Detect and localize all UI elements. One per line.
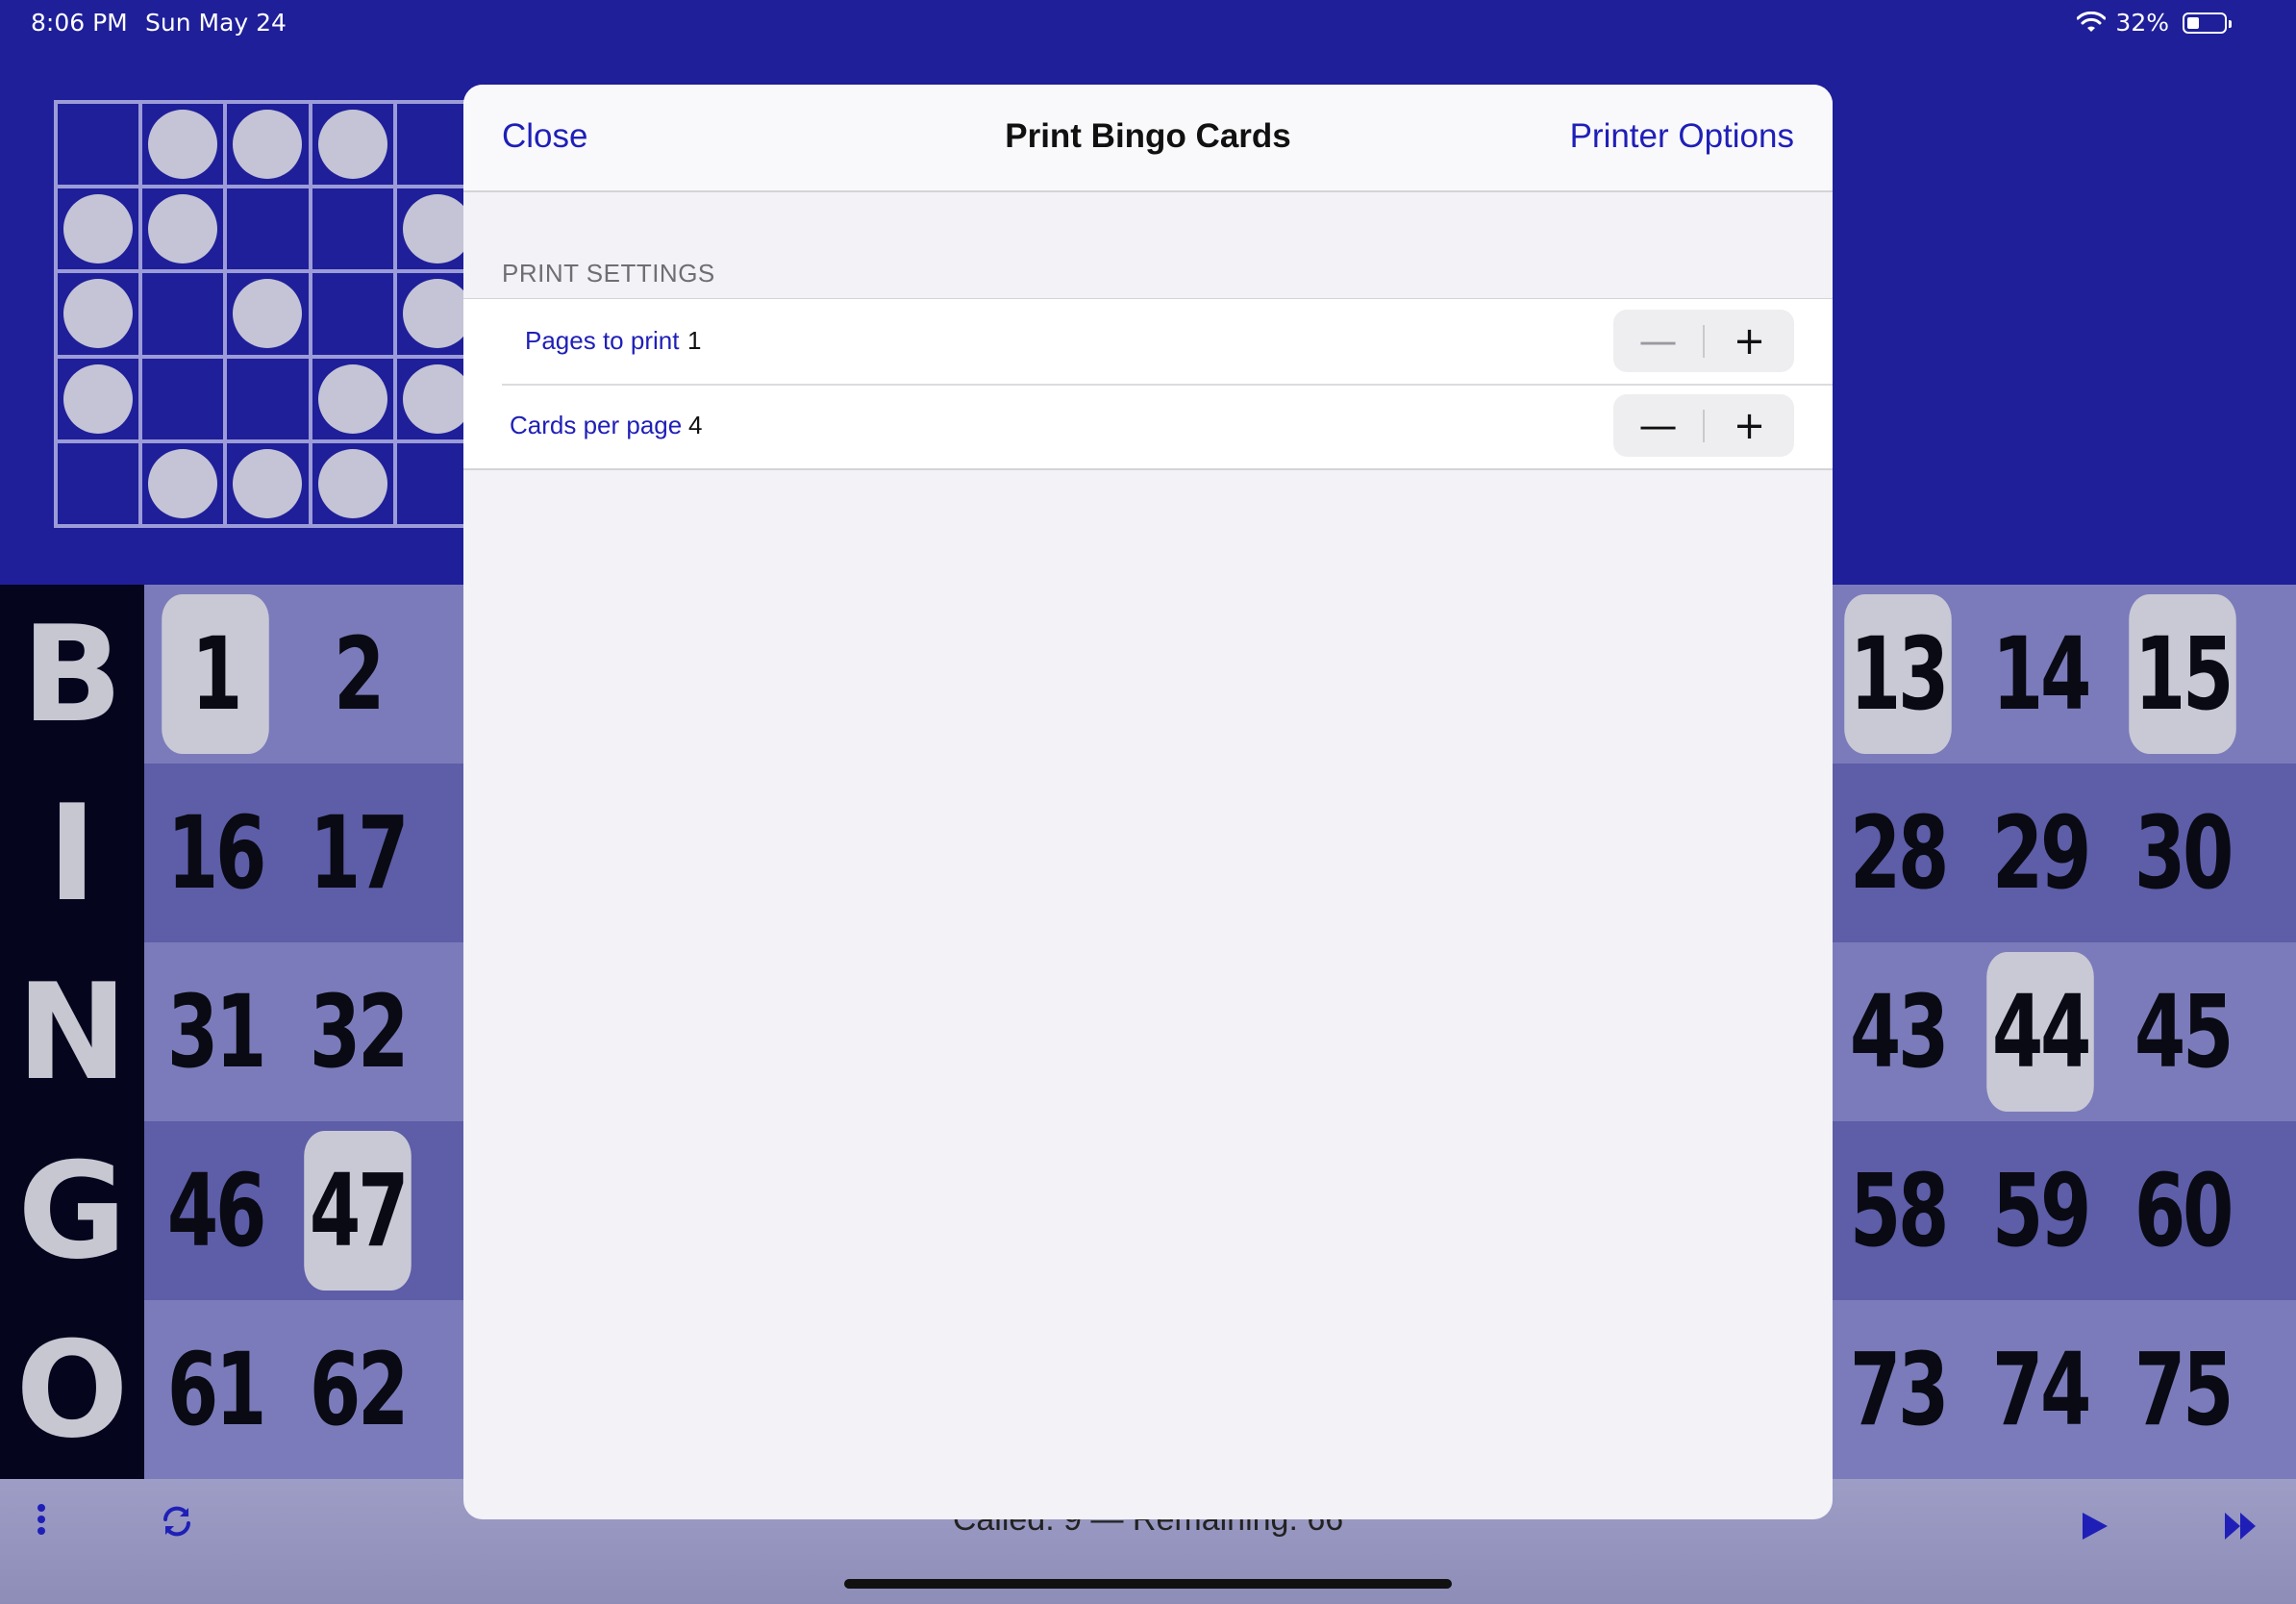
number-tile[interactable]: 32	[299, 942, 415, 1121]
pattern-dot	[402, 279, 472, 349]
number-tile[interactable]: 73	[1839, 1300, 1956, 1479]
number-tile[interactable]: 75	[2124, 1300, 2240, 1479]
status-time: 8:06 PM	[31, 9, 128, 37]
pattern-cell	[140, 187, 226, 272]
pattern-cell	[56, 440, 141, 526]
status-bar: 8:06 PM Sun May 24 32%	[0, 0, 2296, 48]
pattern-cell	[310, 356, 395, 441]
number-tile[interactable]: 2	[299, 585, 415, 764]
number-tile[interactable]: 74	[1982, 1300, 2098, 1479]
pattern-dot	[402, 363, 472, 434]
pages-to-print-row: Pages to print 1 — +	[463, 299, 1833, 384]
section-header: PRINT SETTINGS	[502, 259, 715, 288]
pattern-dot	[317, 363, 387, 434]
wifi-icon	[2077, 11, 2107, 32]
pattern-dot	[148, 194, 218, 264]
pattern-dot	[63, 363, 134, 434]
number-tile[interactable]: 28	[1839, 764, 1956, 942]
pattern-cell	[140, 102, 226, 188]
pattern-cell	[56, 187, 141, 272]
called-number-tile[interactable]: 15	[2124, 585, 2240, 764]
pattern-cell	[140, 271, 226, 357]
board-letter: G	[0, 1121, 144, 1300]
called-number-tile[interactable]: 44	[1982, 942, 2098, 1121]
battery-icon	[2183, 12, 2232, 34]
number-tile[interactable]: 60	[2124, 1121, 2240, 1300]
pattern-cell	[56, 102, 141, 188]
number-tile[interactable]: 59	[1982, 1121, 2098, 1300]
board-letter: I	[0, 764, 144, 942]
pattern-cell	[140, 356, 226, 441]
called-number-tile[interactable]: 1	[157, 585, 273, 764]
pattern-cell	[140, 440, 226, 526]
home-indicator	[844, 1579, 1452, 1589]
board-letter: O	[0, 1300, 144, 1479]
pattern-dot	[148, 448, 218, 518]
pages-to-print-label: Pages to print	[525, 326, 680, 355]
number-tile[interactable]: 43	[1839, 942, 1956, 1121]
pattern-dot	[148, 110, 218, 180]
pattern-cell	[225, 271, 311, 357]
bingo-pattern-grid	[54, 100, 482, 528]
number-tile[interactable]: 16	[157, 764, 273, 942]
pattern-cell	[225, 102, 311, 188]
number-tile[interactable]: 29	[1982, 764, 2098, 942]
pattern-cell	[225, 356, 311, 441]
pattern-cell	[310, 440, 395, 526]
modal-nav-bar: Close Print Bingo Cards Printer Options	[463, 85, 1833, 192]
pattern-dot	[63, 194, 134, 264]
board-letter: B	[0, 585, 144, 764]
cards-stepper: — +	[1613, 394, 1794, 457]
pattern-dot	[233, 448, 303, 518]
print-bingo-cards-modal: Close Print Bingo Cards Printer Options …	[463, 85, 1833, 1519]
board-letter: N	[0, 942, 144, 1121]
number-tile[interactable]: 62	[299, 1300, 415, 1479]
cards-increment-button[interactable]: +	[1705, 394, 1794, 457]
number-tile[interactable]: 45	[2124, 942, 2240, 1121]
pattern-cell	[310, 187, 395, 272]
print-settings-list: Pages to print 1 — + Cards per page 4 — …	[463, 298, 1833, 470]
battery-percent: 32%	[2115, 9, 2169, 37]
number-tile[interactable]: 30	[2124, 764, 2240, 942]
pages-decrement-button[interactable]: —	[1613, 310, 1703, 372]
pattern-dot	[233, 110, 303, 180]
number-tile[interactable]: 46	[157, 1121, 273, 1300]
pages-to-print-value: 1	[687, 326, 702, 355]
play-icon[interactable]	[2081, 1508, 2109, 1550]
pattern-cell	[56, 356, 141, 441]
number-tile[interactable]: 61	[157, 1300, 273, 1479]
pattern-dot	[317, 110, 387, 180]
pattern-dot	[63, 279, 134, 349]
called-number-tile[interactable]: 47	[299, 1121, 415, 1300]
pattern-cell	[310, 271, 395, 357]
pattern-dot	[317, 448, 387, 518]
number-tile[interactable]: 14	[1982, 585, 2098, 764]
pattern-dot	[402, 194, 472, 264]
pages-stepper: — +	[1613, 310, 1794, 372]
pattern-cell	[56, 271, 141, 357]
status-right: 32%	[2077, 9, 2232, 37]
pattern-cell	[225, 440, 311, 526]
pages-increment-button[interactable]: +	[1705, 310, 1794, 372]
cards-per-page-row: Cards per page 4 — +	[463, 384, 1833, 468]
number-tile[interactable]: 17	[299, 764, 415, 942]
pattern-cell	[310, 102, 395, 188]
cards-decrement-button[interactable]: —	[1613, 394, 1703, 457]
number-tile[interactable]: 31	[157, 942, 273, 1121]
called-number-tile[interactable]: 13	[1839, 585, 1956, 764]
fast-forward-icon[interactable]	[2223, 1508, 2258, 1550]
pattern-dot	[233, 279, 303, 349]
printer-options-button[interactable]: Printer Options	[1570, 117, 1794, 156]
number-tile[interactable]: 58	[1839, 1121, 1956, 1300]
cards-per-page-label: Cards per page	[510, 411, 683, 439]
pattern-cell	[225, 187, 311, 272]
status-date: Sun May 24	[145, 9, 287, 37]
cards-per-page-value: 4	[688, 411, 703, 439]
